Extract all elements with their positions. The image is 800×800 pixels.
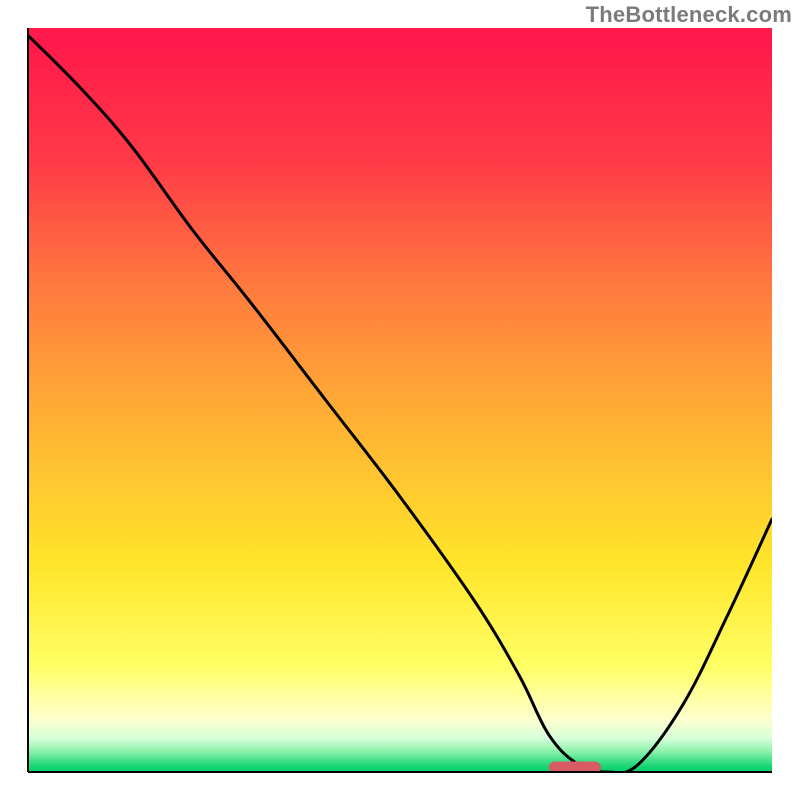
chart-svg: [0, 0, 800, 800]
gradient-background: [28, 28, 772, 772]
watermark-text: TheBottleneck.com: [586, 2, 792, 28]
bottleneck-chart: TheBottleneck.com: [0, 0, 800, 800]
